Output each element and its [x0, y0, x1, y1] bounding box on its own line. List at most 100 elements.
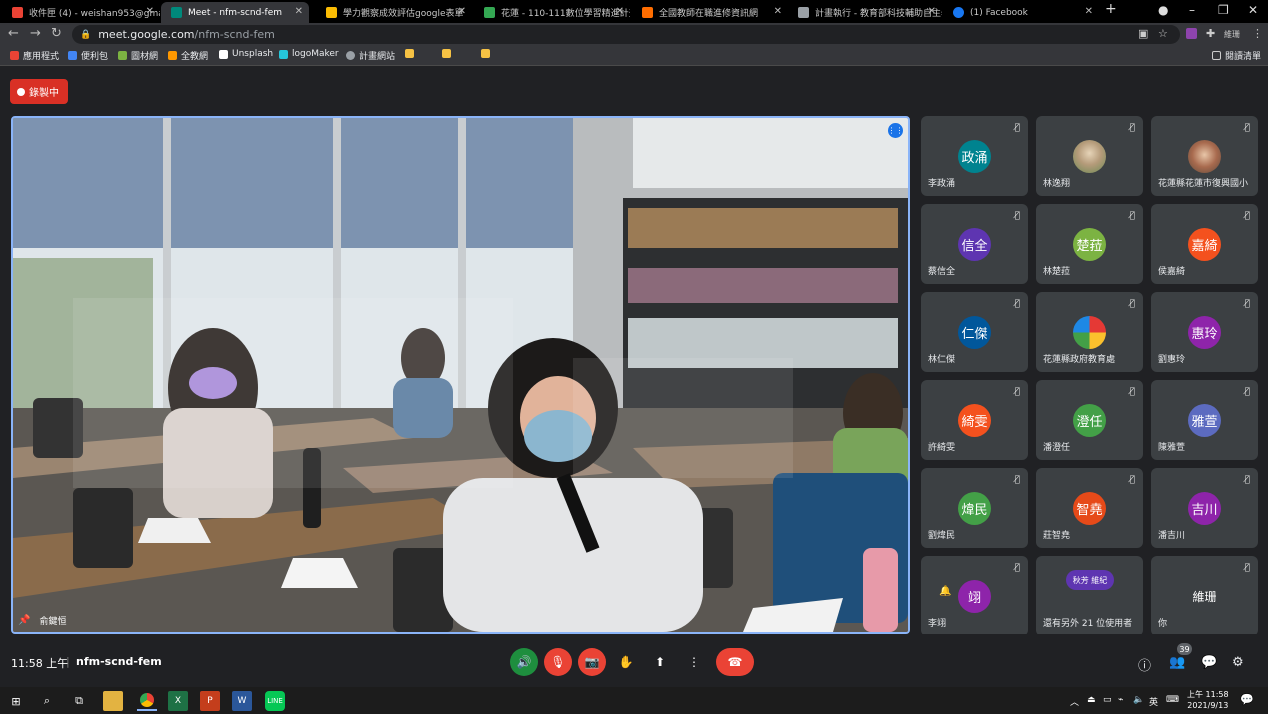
tray-volume-icon[interactable]: 🔈 [1133, 695, 1144, 705]
raise-hand-button[interactable]: ✋ [612, 648, 640, 676]
extension-icon[interactable] [1186, 28, 1197, 39]
participant-tile[interactable]: 🎙̸ 楚菈 林楚菈 [1036, 204, 1143, 284]
puzzle-icon[interactable]: ✚ [1206, 27, 1215, 40]
new-tab-button[interactable]: + [1105, 1, 1117, 17]
tray-keyboard-icon[interactable]: ⌨ [1166, 695, 1179, 705]
present-button[interactable]: ⬆ [646, 648, 674, 676]
participant-tile[interactable]: 🎙̸ 惠玲 劉惠玲 [1151, 292, 1258, 372]
participant-tile[interactable]: 🎙̸ 信全 蔡信全 [921, 204, 1028, 284]
tab-drive[interactable]: 花蓮 - 110-111數位學習精進計畫 ✕ [474, 2, 630, 23]
present-screen-icon: ⬆ [654, 655, 666, 669]
avatar: 楚菈 [1073, 228, 1106, 261]
bookmark-item[interactable]: 圖材網 [118, 49, 158, 62]
recording-badge[interactable]: 錄製中 [10, 79, 68, 104]
tab-teacher-site[interactable]: 全國教師在職進修資訊網 ✕ [632, 2, 788, 23]
start-button[interactable]: ⊞ [6, 691, 26, 711]
bookmark-item[interactable]: 計畫網站 [346, 49, 395, 62]
address-bar[interactable]: 🔒 meet.google.com/nfm-scnd-fem [72, 25, 1180, 44]
participant-tile[interactable]: 🎙̸ 綺雯 許綺雯 [921, 380, 1028, 460]
participant-tile[interactable]: 🎙̸ 嘉綺 侯嘉綺 [1151, 204, 1258, 284]
tray-network-icon[interactable]: ⌁ [1118, 695, 1123, 705]
participant-tile[interactable]: 🎙̸ 政涌 李政涌 [921, 116, 1028, 196]
tab-gmail[interactable]: 收件匣 (4) - weishan953@gmail ✕ [2, 2, 160, 23]
ime-indicator[interactable]: 英 [1149, 695, 1158, 708]
tab-project[interactable]: 計畫執行 - 教育部科技輔助自主學習✕ [788, 2, 942, 23]
minimize-icon[interactable]: – [1189, 3, 1195, 17]
bookmark-item[interactable]: 全教網 [168, 49, 208, 62]
menu-icon[interactable]: ⋮ [1252, 27, 1263, 40]
tab-facebook[interactable]: (1) Facebook ✕ [943, 2, 1099, 23]
main-video[interactable]: ⋮⋮ 📌 俞鍵恒 [11, 116, 910, 634]
bookmark-item[interactable]: Unsplash [219, 49, 273, 59]
self-tile[interactable]: 🎙̸ 維珊你 [1151, 556, 1258, 636]
tray-usb-icon[interactable]: ⏏ [1087, 695, 1096, 705]
mic-off-icon: 🎙̸ [1244, 123, 1250, 133]
participant-tile[interactable]: 🎙̸ 雅萱 陳雅萱 [1151, 380, 1258, 460]
file-explorer-button[interactable] [103, 691, 123, 711]
close-tab-icon[interactable]: ✕ [774, 6, 782, 17]
participant-tile[interactable]: 🎙̸ 吉川 潘吉川 [1151, 468, 1258, 548]
star-icon[interactable]: ☆ [1158, 27, 1168, 40]
leave-call-button[interactable]: ☎ [716, 648, 754, 676]
chrome-button[interactable] [137, 691, 157, 711]
reading-list[interactable]: 閱讀清單 [1212, 49, 1261, 62]
people-icon[interactable]: 👥 [1169, 655, 1185, 670]
close-tab-icon[interactable]: ✕ [928, 6, 936, 17]
back-icon[interactable]: ← [8, 26, 19, 41]
line-button[interactable]: LINE [265, 691, 285, 711]
tab-form[interactable]: 學力觀察成效評估google表單 ✕ [316, 2, 472, 23]
reload-icon[interactable]: ↻ [51, 26, 62, 41]
tab-meet[interactable]: Meet - nfm-scnd-fem ✕ [161, 2, 309, 23]
bookmark-folder[interactable] [405, 49, 418, 58]
bookmark-item[interactable]: 便利包 [68, 49, 108, 62]
mic-off-icon: 🎙̸ [1129, 475, 1135, 485]
close-window-icon[interactable]: ✕ [1248, 3, 1258, 17]
participant-tile[interactable]: 🎙̸ 智堯 莊智堯 [1036, 468, 1143, 548]
bookmark-folder[interactable] [481, 49, 494, 58]
system-clock[interactable]: 上午 11:58 2021/9/13 [1187, 689, 1229, 711]
word-button[interactable]: W [232, 691, 252, 711]
search-button[interactable]: ⌕ [37, 691, 57, 711]
participant-tile[interactable]: 🎙̸ 澄任 潘澄任 [1036, 380, 1143, 460]
close-tab-icon[interactable]: ✕ [616, 6, 624, 17]
pin-icon[interactable]: 📌 [18, 615, 30, 626]
close-tab-icon[interactable]: ✕ [146, 6, 154, 17]
participant-tile[interactable]: 🎙̸ 林逸翔 [1036, 116, 1143, 196]
camera-toggle-button[interactable]: 📷 [578, 648, 606, 676]
tab-search-icon[interactable]: ● [1158, 3, 1168, 17]
close-tab-icon[interactable]: ✕ [295, 6, 303, 17]
notification-icon[interactable]: 💬 [1240, 693, 1254, 706]
participant-tile[interactable]: 🎙̸ 花蓮縣花蓮市復興國小 [1151, 116, 1258, 196]
meeting-info-icon[interactable]: ⓘ [1138, 655, 1151, 674]
close-tab-icon[interactable]: ✕ [1085, 6, 1093, 17]
participant-tile[interactable]: 🎙̸ 煒民 劉煒民 [921, 468, 1028, 548]
activities-icon[interactable]: ⚙ [1232, 655, 1244, 670]
participant-tile[interactable]: 🎙̸ 仁傑 林仁傑 [921, 292, 1028, 372]
speaker-button[interactable]: 🔊 [510, 648, 538, 676]
tab-title: (1) Facebook [970, 7, 1028, 18]
avatar-photo [1188, 140, 1221, 173]
close-tab-icon[interactable]: ✕ [458, 6, 466, 17]
tray-battery-icon[interactable]: ▭ [1103, 695, 1112, 705]
mic-toggle-button[interactable]: 🎙 [544, 648, 572, 676]
participant-tile[interactable]: 🎙̸ 🔔 翊李翊 [921, 556, 1028, 636]
bookmark-item[interactable]: logoMaker [279, 49, 339, 59]
bookmark-folder[interactable] [442, 49, 455, 58]
excel-button[interactable]: X [168, 691, 188, 711]
more-participants-tile[interactable]: 秋芳 維紀 還有另外 21 位使用者 [1036, 556, 1143, 636]
camera-icon[interactable]: ▣ [1138, 27, 1148, 40]
bookmark-apps[interactable]: 應用程式 [10, 49, 59, 62]
powerpoint-button[interactable]: P [200, 691, 220, 711]
maximize-icon[interactable]: ❐ [1218, 3, 1229, 17]
tray-chevron-icon[interactable]: ︿ [1070, 695, 1079, 708]
more-options-button[interactable]: ⋮ [680, 648, 708, 676]
browser-toolbar: ← → ↻ 🔒 meet.google.com/nfm-scnd-fem ▣ ☆… [0, 23, 1268, 45]
task-view-button[interactable]: ⧉ [69, 691, 89, 711]
forward-icon[interactable]: → [30, 26, 41, 41]
end-call-icon: ☎ [727, 655, 743, 669]
profile-icon[interactable]: 維珊 [1224, 29, 1240, 40]
participant-tile[interactable]: 🎙̸ 花蓮縣政府教育處 [1036, 292, 1143, 372]
participant-name: 許綺雯 [928, 443, 956, 453]
participant-name: 侯嘉綺 [1158, 267, 1186, 277]
chat-icon[interactable]: 💬 [1201, 655, 1217, 670]
